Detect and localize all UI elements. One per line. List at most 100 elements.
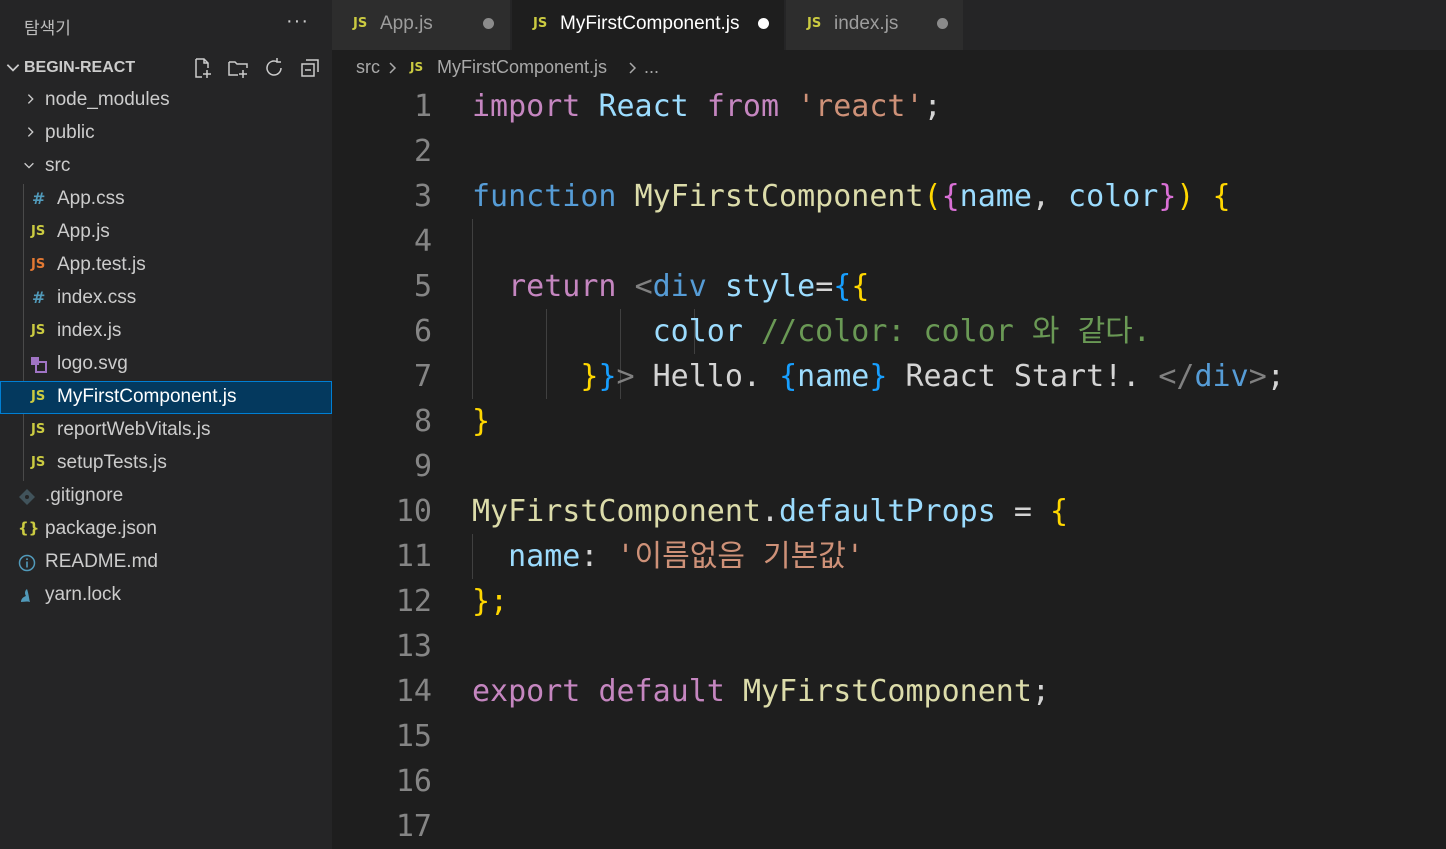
css-file-icon: # <box>32 189 46 208</box>
chevron-down-icon <box>6 64 20 72</box>
line-number: 10 <box>395 494 432 529</box>
git-icon <box>19 489 35 505</box>
line-number: 12 <box>395 584 432 619</box>
tree-item-label: README.md <box>45 551 158 572</box>
tree-item-label: yarn.lock <box>45 584 122 605</box>
unsaved-dot-icon[interactable] <box>937 18 948 29</box>
tree-item-label: setupTests.js <box>57 452 167 473</box>
more-actions-icon[interactable]: ··· <box>286 10 309 33</box>
js-file-icon: JS <box>807 16 822 31</box>
code-line-11: name: '이름없음 기본값' <box>472 534 864 579</box>
code-line-3: function MyFirstComponent({name, color})… <box>472 174 1231 219</box>
tab-index-js[interactable]: JS index.js <box>786 0 963 50</box>
js-file-icon: JS <box>31 422 46 437</box>
svg-file-icon <box>31 357 47 373</box>
token-attribute: style <box>724 269 816 304</box>
unsaved-dot-icon[interactable] <box>758 18 769 29</box>
line-number: 7 <box>413 359 432 394</box>
json-file-icon: {} <box>18 519 40 537</box>
tab-myfirstcomponent-js[interactable]: JS MyFirstComponent.js <box>512 0 784 50</box>
chevron-right-icon <box>27 127 34 137</box>
project-folder-header[interactable]: BEGIN-REACT <box>0 52 332 84</box>
token-keyword: function <box>472 179 617 214</box>
code-line-12: }; <box>472 579 508 624</box>
token-tag-bracket: < <box>634 269 653 304</box>
tree-item-app-test-js[interactable]: JS App.test.js <box>0 249 332 282</box>
tree-item-app-css[interactable]: # App.css <box>0 183 332 216</box>
explorer-title: 탐색기 <box>24 19 71 38</box>
token-param: color <box>1068 179 1159 214</box>
token-bracket: } <box>598 359 617 394</box>
breadcrumb-ellipsis[interactable]: ... <box>644 57 659 78</box>
token-string: 'react' <box>797 89 924 124</box>
token-bracket: { <box>779 359 798 394</box>
line-number: 9 <box>413 449 432 484</box>
token-bracket: } <box>869 359 888 394</box>
code-line-14: export default MyFirstComponent; <box>472 669 1050 714</box>
tree-item-readme-md[interactable]: README.md <box>0 546 332 579</box>
tree-item-label: index.css <box>57 287 137 308</box>
tree-item-reportwebvitals-js[interactable]: JS reportWebVitals.js <box>0 414 332 447</box>
js-file-icon: JS <box>533 16 548 31</box>
token-keyword: default <box>598 674 725 709</box>
token-string: '이름없음 기본값' <box>616 539 864 574</box>
code-line-1: import React from 'react'; <box>472 84 942 129</box>
tree-item-yarn-lock[interactable]: yarn.lock <box>0 579 332 612</box>
tree-item-label: public <box>45 122 95 143</box>
code-line-7: }}> Hello. {name} React Start!. </div>; <box>472 354 1284 399</box>
tree-item-gitignore[interactable]: .gitignore <box>0 480 332 513</box>
token-punct: = <box>815 269 834 304</box>
line-number: 8 <box>413 404 432 439</box>
tab-app-js[interactable]: JS App.js <box>332 0 510 50</box>
tree-item-node-modules[interactable]: node_modules <box>0 84 332 117</box>
line-number: 11 <box>395 539 432 574</box>
tree-item-myfirstcomponent-js[interactable]: JS MyFirstComponent.js <box>0 381 332 414</box>
tree-item-public[interactable]: public <box>0 117 332 150</box>
token-tag-bracket: > <box>616 359 635 394</box>
token-property: defaultProps <box>779 494 996 529</box>
token-comment: //color: color 와 같다. <box>761 314 1151 349</box>
token-property: name <box>508 539 581 574</box>
token-bracket: }; <box>472 584 509 619</box>
tree-item-label: App.test.js <box>57 254 146 275</box>
js-file-icon: JS <box>31 323 46 338</box>
code-line-6: color //color: color 와 같다. <box>472 309 1151 354</box>
chevron-down-icon <box>24 162 34 169</box>
line-number: 14 <box>395 674 432 709</box>
breadcrumb-file[interactable]: MyFirstComponent.js <box>437 57 607 78</box>
token-tag: div <box>1194 359 1249 394</box>
tree-item-label: src <box>45 155 71 176</box>
tree-item-label: node_modules <box>45 89 170 110</box>
line-number: 3 <box>413 179 432 214</box>
tree-item-index-css[interactable]: # index.css <box>0 282 332 315</box>
token-bracket: } <box>472 404 491 439</box>
tree-item-package-json[interactable]: {} package.json <box>0 513 332 546</box>
tab-label: App.js <box>380 13 433 34</box>
code-editor[interactable]: 1 2 3 4 5 6 7 8 9 10 11 12 13 14 15 16 1… <box>332 84 1446 849</box>
token-bracket: { <box>941 179 960 214</box>
tree-item-logo-svg[interactable]: logo.svg <box>0 348 332 381</box>
tree-item-setuptests-js[interactable]: JS setupTests.js <box>0 447 332 480</box>
breadcrumb-folder[interactable]: src <box>356 57 380 78</box>
token-keyword: import <box>472 89 581 124</box>
line-number: 1 <box>413 89 432 124</box>
line-number: 6 <box>413 314 432 349</box>
tree-item-src[interactable]: src <box>0 150 332 183</box>
token-punct: ; <box>1031 674 1050 709</box>
token-identifier: MyFirstComponent <box>742 674 1032 709</box>
new-folder-icon[interactable] <box>226 56 250 80</box>
unsaved-dot-icon[interactable] <box>483 18 494 29</box>
project-name: BEGIN-REACT <box>24 59 136 76</box>
line-number: 13 <box>395 629 432 664</box>
tree-item-label: logo.svg <box>57 353 128 374</box>
refresh-icon[interactable] <box>262 56 286 80</box>
token-punct: ; <box>923 89 942 124</box>
tree-item-label: .gitignore <box>45 485 124 506</box>
tree-item-label: App.js <box>57 221 110 242</box>
new-file-icon[interactable] <box>190 56 214 80</box>
tree-item-app-js[interactable]: JS App.js <box>0 216 332 249</box>
token-bracket: ) <box>1176 179 1195 214</box>
tree-item-index-js[interactable]: JS index.js <box>0 315 332 348</box>
token-bracket: { <box>851 269 870 304</box>
collapse-all-icon[interactable] <box>298 56 322 80</box>
